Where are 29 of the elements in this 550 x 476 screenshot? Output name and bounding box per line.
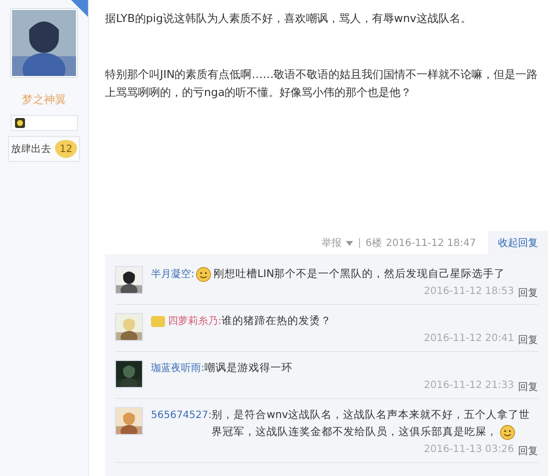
reply-author-link[interactable]: 半月凝空:	[151, 266, 194, 283]
floor-number: 6楼	[366, 236, 382, 250]
post-paragraph: 特别那个叫JIN的素质有点低啊……敬语不敬语的姑且我们国情不一样就不论嘛，但是一路上骂骂咧咧的，的亏nga的听不懂。好像骂小伟的那个也是他？	[105, 67, 539, 101]
reply-text: 刚想吐槽LIN那个不是一个黑队的，然后发现自己星际选手了	[213, 267, 506, 282]
reply-time: 2016-11-13 03:26	[424, 444, 514, 457]
reply-time: 2016-11-12 21:33	[424, 380, 514, 393]
reply-time: 2016-11-12 18:53	[424, 286, 514, 299]
user-title: 放肆出去	[11, 142, 51, 156]
reply-link[interactable]: 回复	[518, 286, 538, 300]
member-badge-icon	[151, 316, 165, 327]
reply-text: 谁的猪蹄在热的发烫？	[221, 314, 332, 329]
reply-author-link[interactable]: 珈蓝夜听雨:	[151, 360, 204, 377]
caret-icon[interactable]	[346, 240, 352, 246]
reply-text: 别，是符合wnv这战队名，这战队名声本来就不好，五个人拿了世界冠军，这战队连奖金都不发给队员，这俱乐部真是吃屎，	[212, 408, 532, 441]
emoji-icon	[196, 267, 212, 282]
post-paragraph: 据LYB的pig说这韩队为人素质不好，喜欢嘲讽，骂人，有辱wnv这战队名。	[105, 11, 472, 27]
reply-author-link[interactable]: 四萝莉糸乃:	[168, 313, 222, 330]
reply-link[interactable]: 回复	[518, 380, 538, 394]
post-time: 2016-11-12 18:47	[386, 238, 476, 248]
reply-text: 嘲讽是游戏得一环	[204, 361, 294, 376]
collapse-replies-button[interactable]: 收起回复	[488, 230, 548, 256]
report-link[interactable]: 举报	[322, 236, 342, 250]
reply-author-link[interactable]: 565674527:	[151, 407, 212, 424]
level-badge: 12	[55, 140, 77, 158]
reply-link[interactable]: 回复	[518, 444, 538, 458]
reply-time: 2016-11-12 20:41	[424, 333, 514, 346]
smiley-icon	[500, 424, 515, 440]
medal-icon	[14, 118, 24, 128]
reply-link[interactable]: 回复	[518, 333, 538, 347]
